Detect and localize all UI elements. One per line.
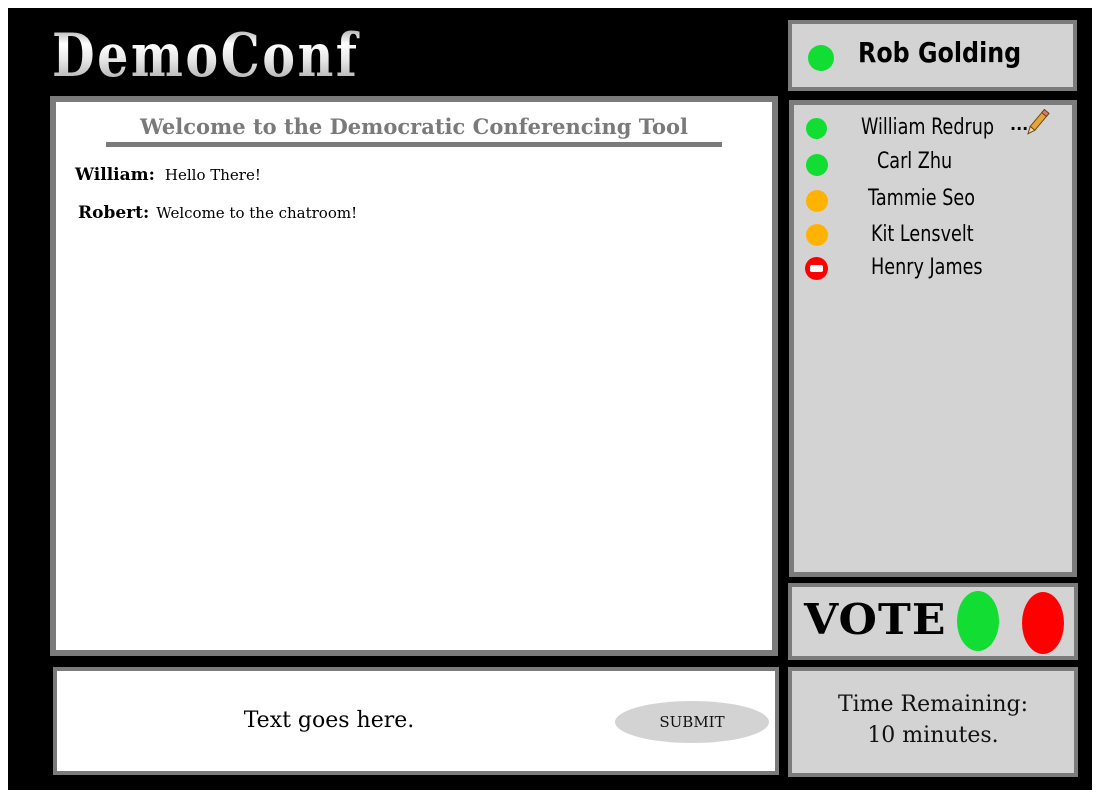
busy-status-icon: [805, 257, 828, 280]
participant-name: Tammie Seo: [868, 186, 975, 211]
message-input[interactable]: [197, 699, 461, 741]
current-user-panel: Rob Golding: [788, 20, 1077, 91]
online-status-icon: [806, 154, 828, 176]
timer-panel: Time Remaining: 10 minutes.: [788, 667, 1078, 777]
message-text: Hello There!: [164, 166, 261, 184]
message-text: Welcome to the chatroom!: [156, 204, 358, 222]
message-sender: Robert:: [78, 203, 150, 223]
timer-label: Time Remaining:: [837, 692, 1029, 717]
participant-name: Henry James: [871, 255, 983, 280]
online-status-icon: [808, 45, 834, 71]
app-logo: DemoConf: [52, 16, 359, 96]
submit-button[interactable]: SUBMIT: [615, 701, 769, 743]
participant-name: Carl Zhu: [877, 149, 953, 174]
participant-list: William Redrup ... Carl Zhu Tammie Seo K…: [789, 100, 1077, 577]
message-composer: SUBMIT: [53, 667, 779, 775]
chat-title: Welcome to the Democratic Conferencing T…: [106, 114, 722, 147]
vote-yes-button[interactable]: [957, 591, 999, 651]
current-user-name: Rob Golding: [858, 36, 1022, 69]
message-sender: William:: [75, 165, 155, 185]
participant-name: William Redrup: [861, 115, 995, 140]
pencil-icon: [1027, 108, 1050, 135]
away-status-icon: [806, 190, 828, 212]
participant-name: Kit Lensvelt: [871, 222, 974, 247]
chat-message: William: Hello There!: [75, 165, 261, 185]
vote-no-button[interactable]: [1022, 592, 1064, 654]
chat-message: Robert: Welcome to the chatroom!: [78, 203, 357, 223]
timer-value: 10 minutes.: [867, 723, 999, 748]
vote-panel: VOTE: [788, 583, 1078, 660]
away-status-icon: [806, 224, 828, 246]
online-status-icon: [806, 118, 827, 139]
chat-panel: Welcome to the Democratic Conferencing T…: [50, 96, 778, 656]
vote-label: VOTE: [804, 595, 947, 644]
